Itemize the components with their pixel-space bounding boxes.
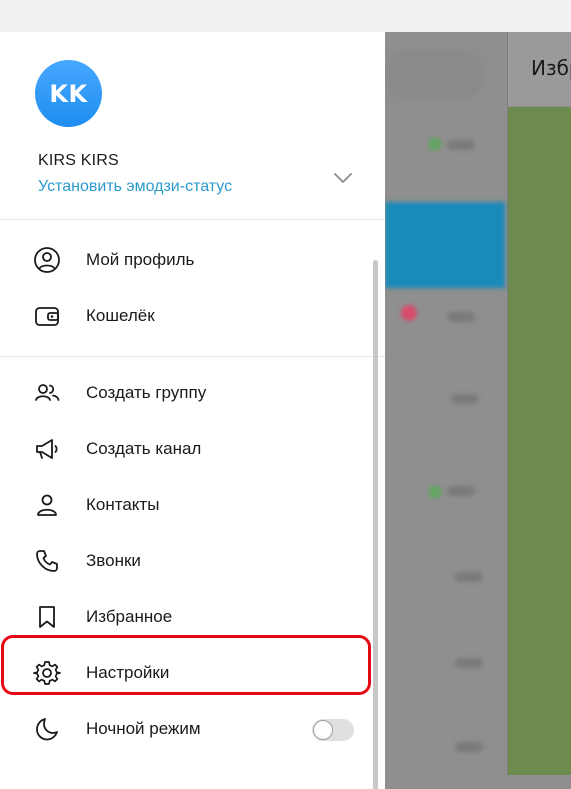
moon-icon — [33, 715, 61, 743]
chevron-down-icon — [334, 173, 352, 183]
menu-item-label: Мой профиль — [86, 250, 195, 269]
background-heart-icon — [401, 305, 417, 321]
menu-item-settings[interactable]: Настройки — [0, 645, 385, 701]
menu-item-label: Контакты — [86, 495, 160, 514]
contact-icon — [33, 491, 61, 519]
title-bar — [0, 0, 571, 32]
group-icon — [33, 379, 61, 407]
menu-item-label: Настройки — [86, 663, 170, 682]
background-time — [455, 658, 483, 668]
background-time — [455, 572, 483, 582]
menu-item-label: Звонки — [86, 551, 141, 570]
menu-section-actions: Создать группу Создать канал Контакты Зв… — [0, 357, 385, 769]
menu-item-create-group[interactable]: Создать группу — [0, 365, 385, 421]
set-emoji-status-link[interactable]: Установить эмодзи-статус — [38, 178, 232, 196]
accounts-expand-button[interactable] — [330, 168, 356, 188]
menu-section-account: Мой профиль Кошелёк — [0, 220, 385, 357]
phone-icon — [33, 547, 61, 575]
menu-item-label: Кошелёк — [86, 306, 155, 325]
menu-item-label: Избранное — [86, 607, 173, 626]
background-read-icon — [429, 486, 441, 498]
background-chat-wallpaper — [507, 107, 571, 775]
wallet-icon — [33, 302, 61, 330]
menu-item-contacts[interactable]: Контакты — [0, 477, 385, 533]
menu-scrollbar[interactable] — [373, 260, 378, 789]
app-window: Избранное KK KIRS KIRS Установить эмодзи… — [0, 0, 571, 789]
background-selected-chat — [385, 202, 505, 288]
avatar[interactable]: KK — [35, 60, 102, 127]
gear-icon — [33, 659, 61, 687]
background-time — [447, 140, 475, 150]
profile-icon — [33, 246, 61, 274]
account-name: KIRS KIRS — [38, 152, 119, 169]
menu-item-create-channel[interactable]: Создать канал — [0, 421, 385, 477]
menu-item-label: Создать канал — [86, 439, 202, 458]
side-menu-drawer: KK KIRS KIRS Установить эмодзи-статус Мо — [0, 32, 385, 789]
background-time — [451, 394, 479, 404]
background-chat-title: Избранное — [531, 56, 571, 80]
menu-item-wallet[interactable]: Кошелёк — [0, 288, 385, 344]
background-read-icon — [429, 138, 441, 150]
night-mode-toggle[interactable] — [312, 719, 354, 741]
menu-item-label: Ночной режим — [86, 719, 201, 738]
bookmark-icon — [33, 603, 61, 631]
megaphone-icon — [33, 435, 61, 463]
toggle-knob — [313, 720, 333, 740]
background-time — [447, 486, 475, 496]
menu-item-label: Создать группу — [86, 383, 207, 402]
background-chat-area: Избранное — [385, 32, 571, 789]
account-header: KK KIRS KIRS Установить эмодзи-статус — [0, 32, 385, 220]
menu-item-my-profile[interactable]: Мой профиль — [0, 232, 385, 288]
background-time — [455, 742, 483, 752]
menu-item-calls[interactable]: Звонки — [0, 533, 385, 589]
background-time — [447, 312, 475, 322]
menu-item-night-mode[interactable]: Ночной режим — [0, 701, 385, 757]
menu-item-saved-messages[interactable]: Избранное — [0, 589, 385, 645]
background-search-field — [385, 50, 485, 100]
